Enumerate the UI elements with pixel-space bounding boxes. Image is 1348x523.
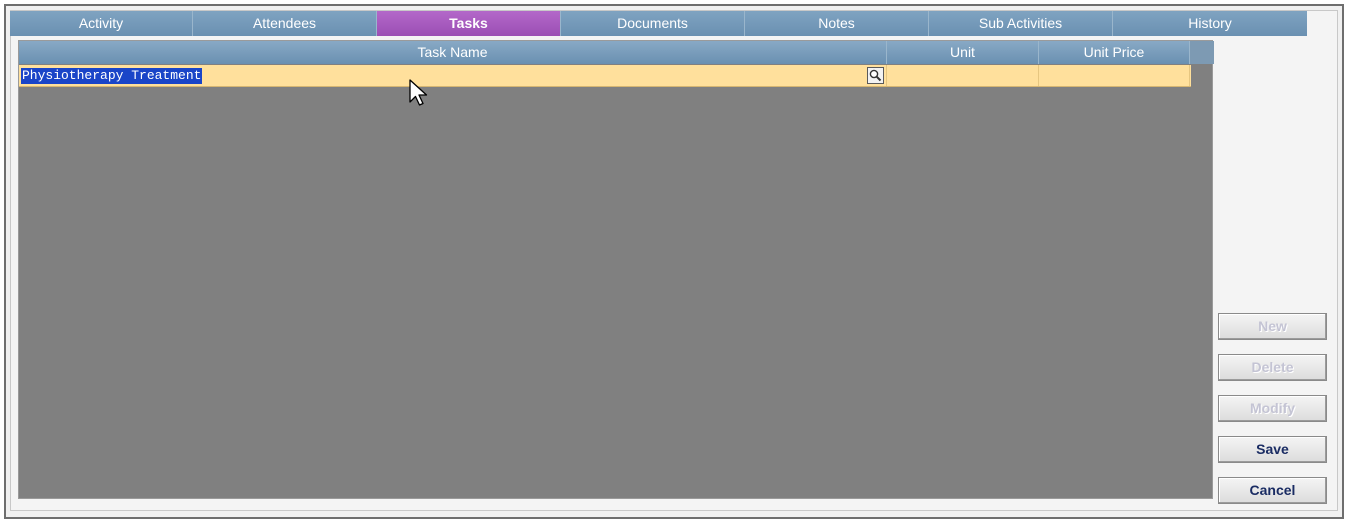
tab-sub-activities[interactable]: Sub Activities [929, 11, 1113, 36]
tab-history[interactable]: History [1113, 11, 1307, 36]
delete-button[interactable]: Delete [1218, 354, 1327, 381]
tab-bar: Activity Attendees Tasks Documents Notes… [10, 11, 1307, 36]
table-row[interactable]: Physiotherapy Treatment [19, 65, 1191, 87]
tab-tasks[interactable]: Tasks [377, 11, 561, 36]
modify-button[interactable]: Modify [1218, 395, 1327, 422]
column-header-task-name[interactable]: Task Name [19, 41, 887, 64]
tasks-grid[interactable]: Task Name Unit Unit Price Physiotherapy … [18, 40, 1214, 499]
header-spacer [1190, 41, 1214, 64]
unit-cell[interactable] [887, 65, 1039, 86]
grid-header: Task Name Unit Unit Price [19, 41, 1214, 64]
magnifier-icon[interactable] [867, 67, 884, 84]
cancel-button[interactable]: Cancel [1218, 477, 1327, 504]
tab-activity[interactable]: Activity [10, 11, 193, 36]
new-button[interactable]: New [1218, 313, 1327, 340]
save-button[interactable]: Save [1218, 436, 1327, 463]
mouse-pointer-icon [409, 79, 428, 106]
tab-documents[interactable]: Documents [561, 11, 745, 36]
task-name-value[interactable]: Physiotherapy Treatment [21, 68, 203, 84]
tab-attendees[interactable]: Attendees [193, 11, 377, 36]
column-header-unit-price[interactable]: Unit Price [1039, 41, 1190, 64]
task-name-cell[interactable]: Physiotherapy Treatment [19, 65, 887, 86]
tab-notes[interactable]: Notes [745, 11, 929, 36]
unit-price-cell[interactable] [1039, 65, 1190, 86]
column-header-unit[interactable]: Unit [887, 41, 1039, 64]
